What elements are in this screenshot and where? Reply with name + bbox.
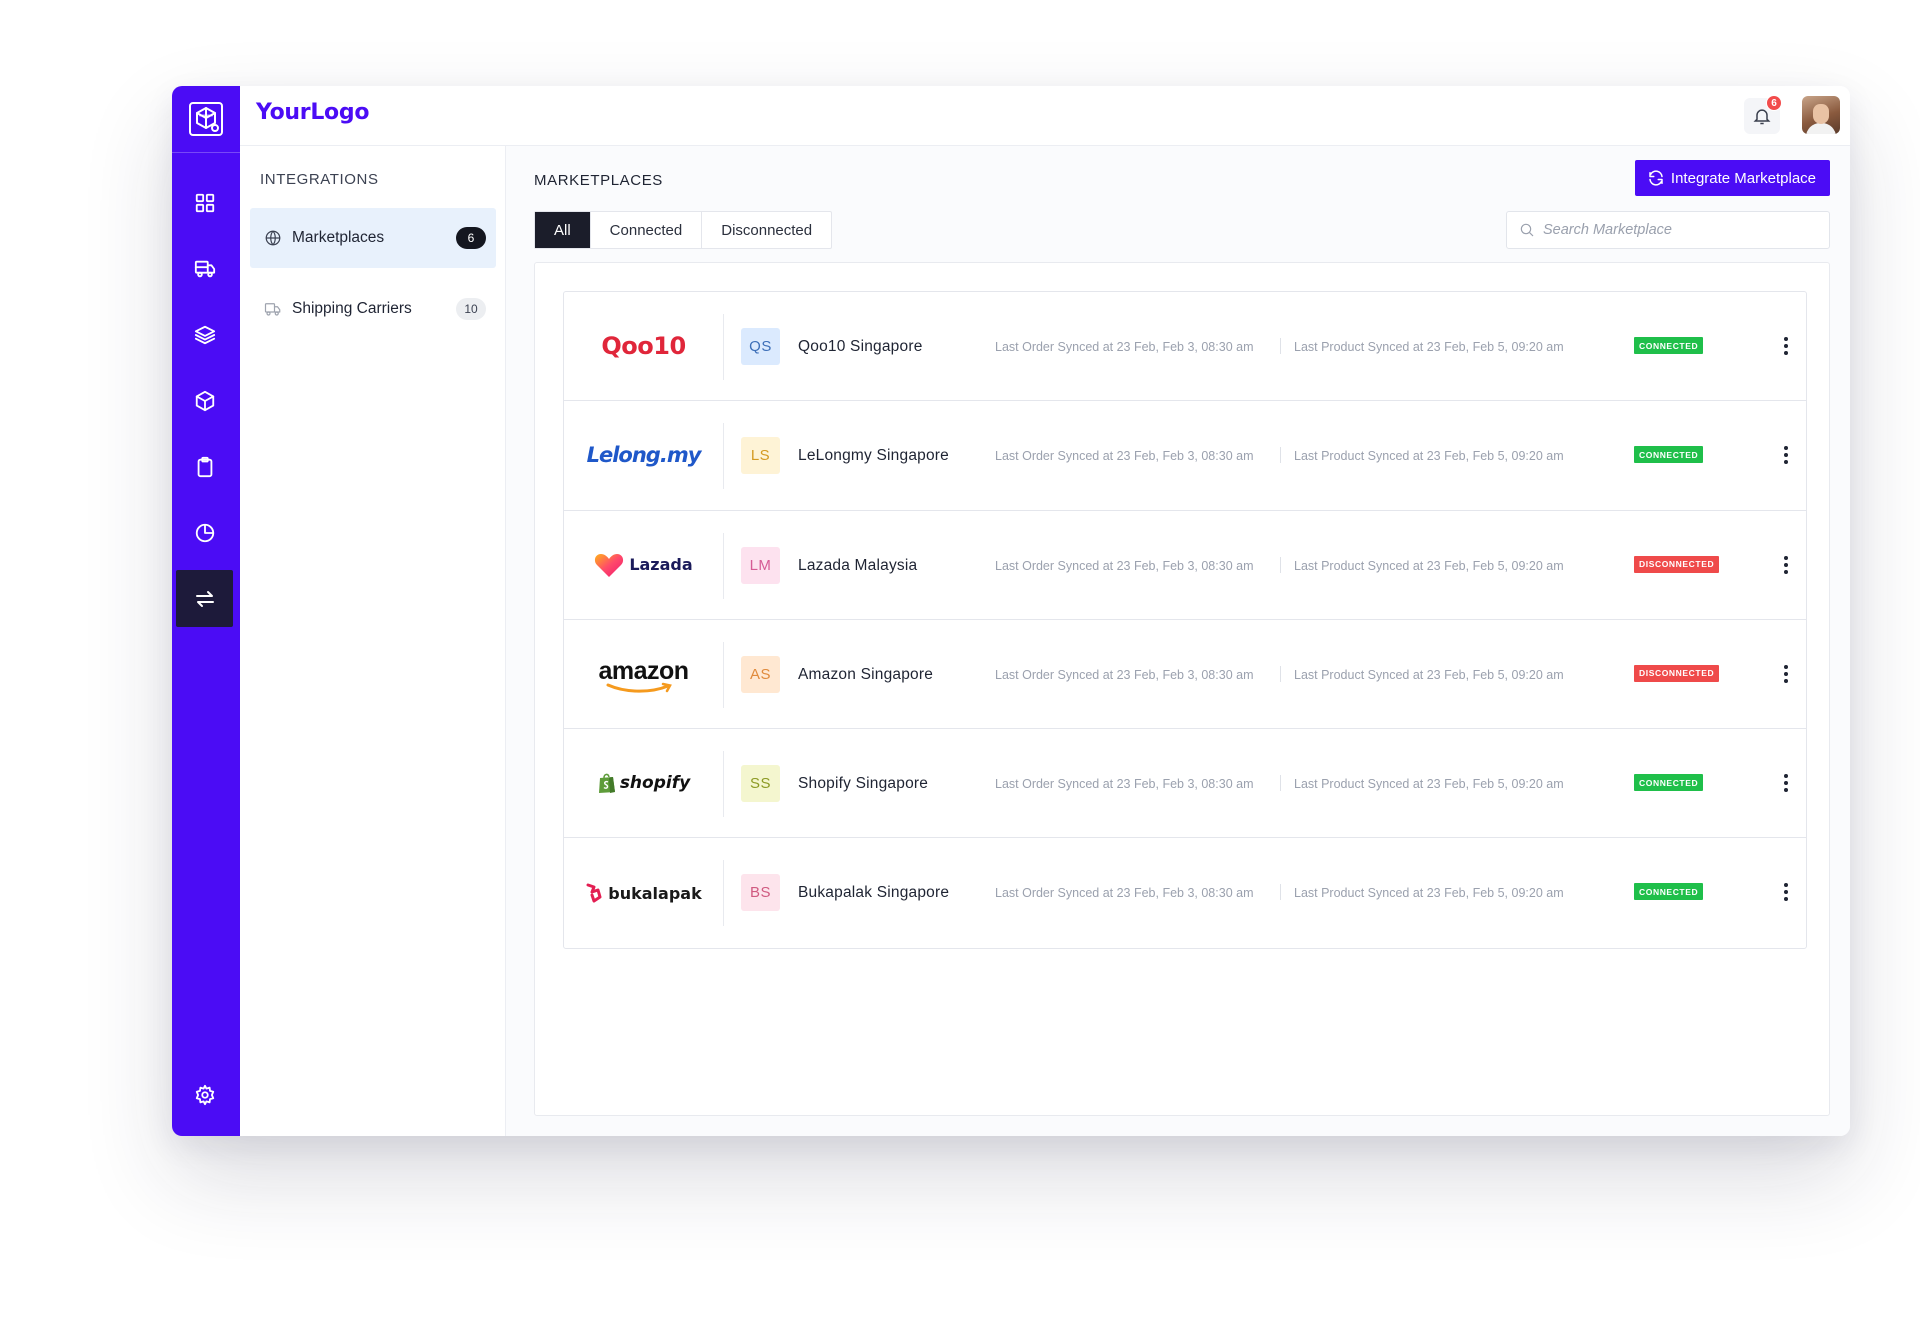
layers-icon[interactable] bbox=[176, 306, 233, 363]
more-options-icon[interactable] bbox=[1774, 658, 1798, 690]
more-options-icon[interactable] bbox=[1774, 330, 1798, 362]
lelong-logo: Lelong.my bbox=[586, 443, 702, 468]
marketplace-row: shopify SS Shopify Singapore Last Order … bbox=[564, 729, 1806, 839]
pie-chart-icon[interactable] bbox=[176, 504, 233, 561]
main-content: MARKETPLACES Integrate Marketplace All C… bbox=[506, 146, 1850, 1136]
marketplace-row: Lelong.my LS LeLongmy Singapore Last Ord… bbox=[564, 401, 1806, 511]
search-icon bbox=[1520, 223, 1534, 237]
status-badge: CONNECTED bbox=[1634, 446, 1704, 464]
last-order-synced: Last Order Synced at 23 Feb, Feb 3, 08:3… bbox=[995, 777, 1254, 792]
search-box bbox=[1506, 211, 1830, 249]
notification-badge: 6 bbox=[1766, 95, 1782, 111]
last-product-synced: Last Product Synced at 23 Feb, Feb 5, 09… bbox=[1294, 886, 1564, 901]
marketplace-name: Amazon Singapore bbox=[798, 665, 934, 683]
page-title: MARKETPLACES bbox=[534, 172, 663, 189]
last-product-synced: Last Product Synced at 23 Feb, Feb 5, 09… bbox=[1294, 340, 1564, 354]
app-logo-icon[interactable] bbox=[172, 86, 240, 153]
initials-avatar: AS bbox=[741, 655, 780, 693]
subnav-item-label: Shipping Carriers bbox=[292, 300, 412, 317]
more-options-icon[interactable] bbox=[1774, 439, 1798, 471]
amazon-smile-icon bbox=[606, 682, 673, 693]
dashboard-icon[interactable] bbox=[176, 174, 233, 231]
marketplace-row: Lazada LM Lazada Malaysia Last Order Syn… bbox=[564, 511, 1806, 620]
globe-icon bbox=[262, 227, 284, 249]
initials-avatar: QS bbox=[741, 328, 780, 365]
status-badge: CONNECTED bbox=[1634, 883, 1704, 901]
top-header: YourLogo 6 bbox=[240, 86, 1850, 146]
initials-avatar: LS bbox=[741, 437, 780, 475]
lazada-logo: Lazada bbox=[564, 511, 723, 619]
initials-avatar: LM bbox=[741, 546, 780, 584]
marketplace-row: bukalapak BS Bukapalak Singapore Last Or… bbox=[564, 838, 1806, 947]
marketplace-name: Bukapalak Singapore bbox=[798, 884, 950, 902]
truck-icon bbox=[262, 298, 284, 320]
bukalapak-logo: bukalapak bbox=[564, 838, 723, 947]
last-product-synced: Last Product Synced at 23 Feb, Feb 5, 09… bbox=[1294, 777, 1564, 792]
box-icon[interactable] bbox=[176, 372, 233, 429]
last-order-synced: Last Order Synced at 23 Feb, Feb 3, 08:3… bbox=[995, 449, 1254, 464]
brand-logo[interactable]: YourLogo bbox=[256, 100, 369, 125]
last-order-synced: Last Order Synced at 23 Feb, Feb 3, 08:3… bbox=[995, 667, 1254, 682]
status-badge: DISCONNECTED bbox=[1634, 555, 1720, 573]
last-product-synced: Last Product Synced at 23 Feb, Feb 5, 09… bbox=[1294, 667, 1564, 682]
more-options-icon[interactable] bbox=[1774, 549, 1798, 581]
subnav-item-marketplaces[interactable]: Marketplaces 6 bbox=[250, 208, 496, 268]
last-order-synced: Last Order Synced at 23 Feb, Feb 3, 08:3… bbox=[995, 558, 1254, 573]
marketplaces-panel: Qoo10 QS Qoo10 Singapore Last Order Sync… bbox=[534, 262, 1830, 1116]
integrations-subnav: INTEGRATIONS Marketplaces 6 Shipping Car… bbox=[240, 146, 506, 1136]
marketplace-name: Shopify Singapore bbox=[798, 775, 929, 793]
more-options-icon[interactable] bbox=[1774, 876, 1798, 908]
subnav-title: INTEGRATIONS bbox=[260, 171, 379, 188]
last-product-synced: Last Product Synced at 23 Feb, Feb 5, 09… bbox=[1294, 449, 1564, 464]
qoo10-logo: Qoo10 bbox=[601, 332, 686, 361]
tab-all[interactable]: All bbox=[535, 212, 591, 248]
status-filter-tabs: All Connected Disconnected bbox=[534, 211, 833, 249]
status-badge: DISCONNECTED bbox=[1634, 664, 1720, 682]
marketplace-name: Qoo10 Singapore bbox=[798, 338, 923, 355]
shopify-logo: shopify bbox=[564, 729, 723, 837]
shipping-carriers-count-badge: 10 bbox=[456, 298, 486, 320]
notification-button[interactable]: 6 bbox=[1744, 95, 1782, 134]
app-window: YourLogo 6 INTEGRATIONS Marketplaces 6 S… bbox=[172, 86, 1850, 1136]
marketplaces-count-badge: 6 bbox=[456, 227, 486, 249]
tab-connected[interactable]: Connected bbox=[591, 212, 703, 248]
clipboard-icon[interactable] bbox=[176, 438, 233, 495]
bukalapak-mark-icon bbox=[586, 883, 602, 903]
lazada-heart-icon bbox=[595, 553, 624, 577]
last-order-synced: Last Order Synced at 23 Feb, Feb 3, 08:3… bbox=[995, 340, 1254, 354]
last-order-synced: Last Order Synced at 23 Feb, Feb 3, 08:3… bbox=[995, 886, 1254, 901]
last-product-synced: Last Product Synced at 23 Feb, Feb 5, 09… bbox=[1294, 558, 1564, 573]
initials-avatar: SS bbox=[741, 765, 780, 803]
marketplace-row: amazon AS Amazon Singapore Last Order Sy… bbox=[564, 620, 1806, 730]
marketplace-name: Lazada Malaysia bbox=[798, 556, 918, 574]
tab-disconnected[interactable]: Disconnected bbox=[702, 212, 831, 248]
subnav-item-shipping-carriers[interactable]: Shipping Carriers 10 bbox=[250, 279, 496, 339]
integrate-marketplace-button[interactable]: Integrate Marketplace bbox=[1634, 160, 1830, 196]
amazon-logo: amazon bbox=[564, 620, 723, 728]
avatar[interactable] bbox=[1802, 96, 1840, 134]
truck-icon[interactable] bbox=[176, 240, 233, 297]
marketplace-row: Qoo10 QS Qoo10 Singapore Last Order Sync… bbox=[564, 292, 1806, 402]
sync-arrows-icon[interactable] bbox=[176, 570, 233, 627]
status-badge: CONNECTED bbox=[1634, 337, 1704, 354]
gear-icon[interactable] bbox=[176, 1066, 233, 1123]
integrate-marketplace-label: Integrate Marketplace bbox=[1670, 169, 1816, 187]
initials-avatar: BS bbox=[741, 874, 780, 912]
marketplace-name: LeLongmy Singapore bbox=[798, 447, 949, 465]
more-options-icon[interactable] bbox=[1774, 767, 1798, 799]
search-input[interactable] bbox=[1543, 222, 1813, 238]
sync-arrows-icon bbox=[1649, 170, 1663, 186]
marketplace-list: Qoo10 QS Qoo10 Singapore Last Order Sync… bbox=[563, 291, 1807, 949]
icon-rail bbox=[172, 86, 240, 1136]
shopify-bag-icon bbox=[598, 774, 615, 794]
subnav-item-label: Marketplaces bbox=[292, 229, 385, 246]
status-badge: CONNECTED bbox=[1634, 774, 1704, 792]
